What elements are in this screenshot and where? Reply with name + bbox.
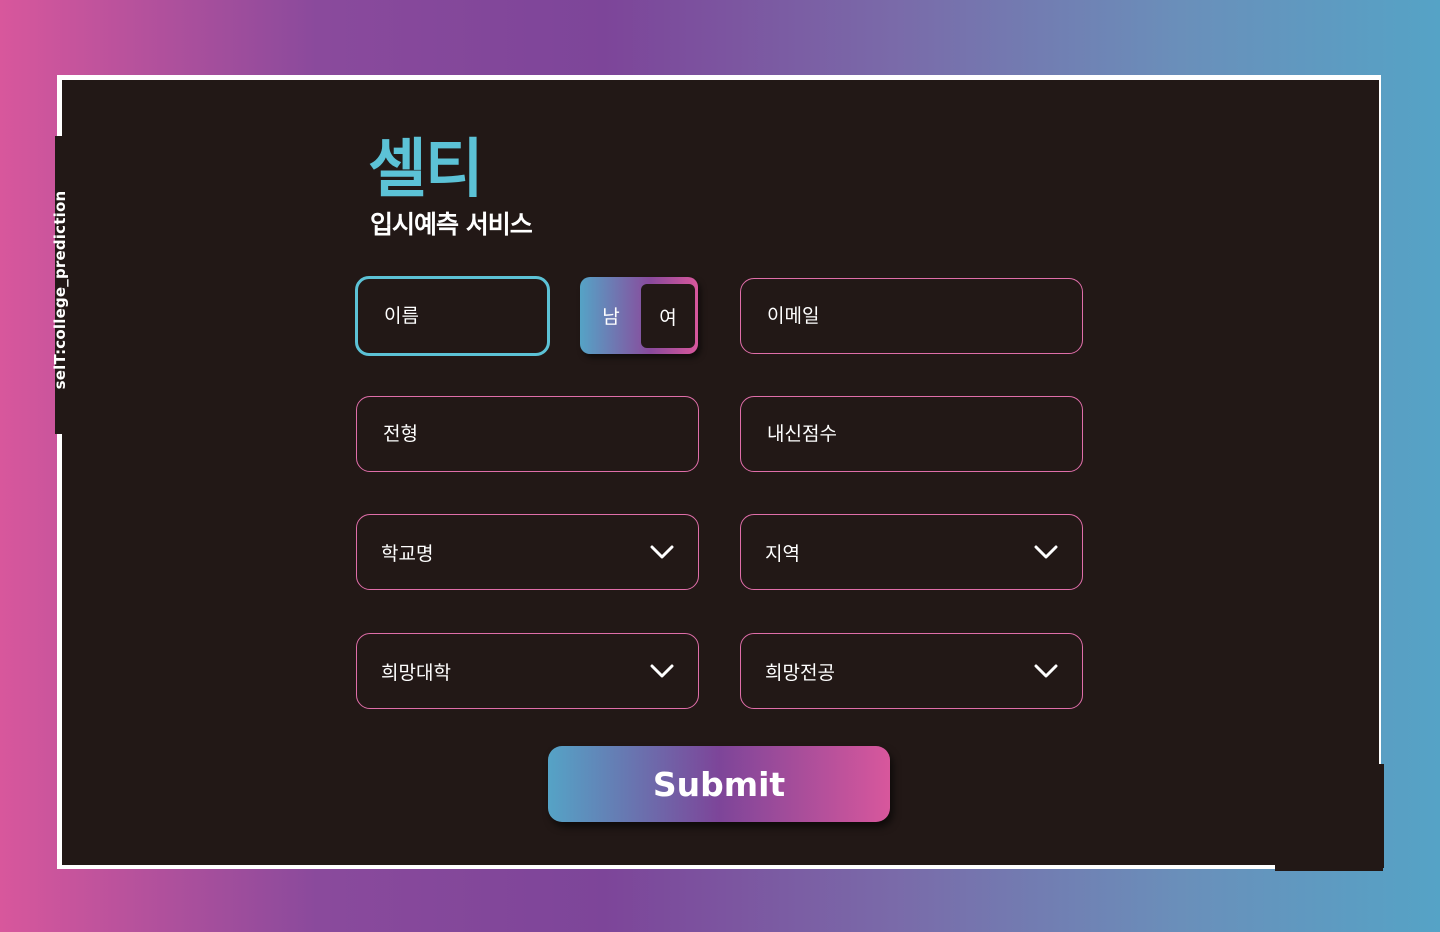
- gender-female-option[interactable]: 여: [641, 284, 695, 348]
- chevron-down-icon[interactable]: [650, 544, 674, 560]
- desired-university-label: 희망대학: [381, 661, 451, 684]
- frame-gap: [1275, 861, 1383, 871]
- chevron-down-icon[interactable]: [1034, 663, 1058, 679]
- email-field[interactable]: [740, 278, 1083, 354]
- name-field[interactable]: [355, 276, 550, 356]
- admission-type-field[interactable]: [356, 396, 699, 472]
- desired-major-label: 희망전공: [765, 661, 835, 684]
- gender-male-option[interactable]: 남: [580, 277, 642, 354]
- chevron-down-icon[interactable]: [650, 663, 674, 679]
- desired-major-select[interactable]: 희망전공: [740, 633, 1083, 709]
- brand-title: 셀티: [368, 133, 484, 207]
- gpa-field[interactable]: [740, 396, 1083, 472]
- school-select-label: 학교명: [381, 542, 434, 565]
- chevron-down-icon[interactable]: [1034, 544, 1058, 560]
- admission-type-input[interactable]: [381, 422, 639, 446]
- region-select-label: 지역: [765, 542, 800, 565]
- desired-university-select[interactable]: 희망대학: [356, 633, 699, 709]
- submit-button[interactable]: Submit: [548, 746, 890, 822]
- name-input[interactable]: [382, 304, 518, 328]
- school-select[interactable]: 학교명: [356, 514, 699, 590]
- side-tag: selT:college_prediction: [51, 190, 69, 390]
- gpa-input[interactable]: [765, 422, 1023, 446]
- region-select[interactable]: 지역: [740, 514, 1083, 590]
- brand-subtitle: 입시예측 서비스: [370, 210, 533, 239]
- email-input[interactable]: [765, 304, 1023, 328]
- frame-gap: [1376, 764, 1384, 868]
